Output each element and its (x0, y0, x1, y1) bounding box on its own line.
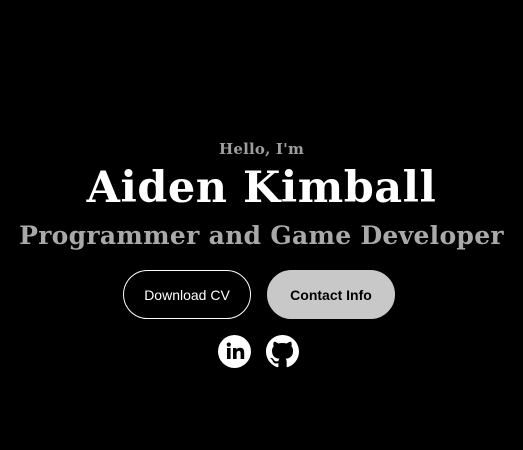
hero-section: Hello, I'm Aiden Kimball Programmer and … (0, 0, 523, 450)
download-cv-button[interactable]: Download CV (123, 270, 251, 319)
github-link[interactable] (266, 335, 299, 368)
github-icon (266, 335, 299, 368)
linkedin-link[interactable] (218, 335, 251, 368)
contact-info-button[interactable]: Contact Info (267, 270, 395, 319)
profile-name: Aiden Kimball (86, 163, 437, 213)
profile-role: Programmer and Game Developer (19, 221, 504, 250)
linkedin-icon (218, 335, 251, 368)
greeting-text: Hello, I'm (218, 140, 305, 158)
